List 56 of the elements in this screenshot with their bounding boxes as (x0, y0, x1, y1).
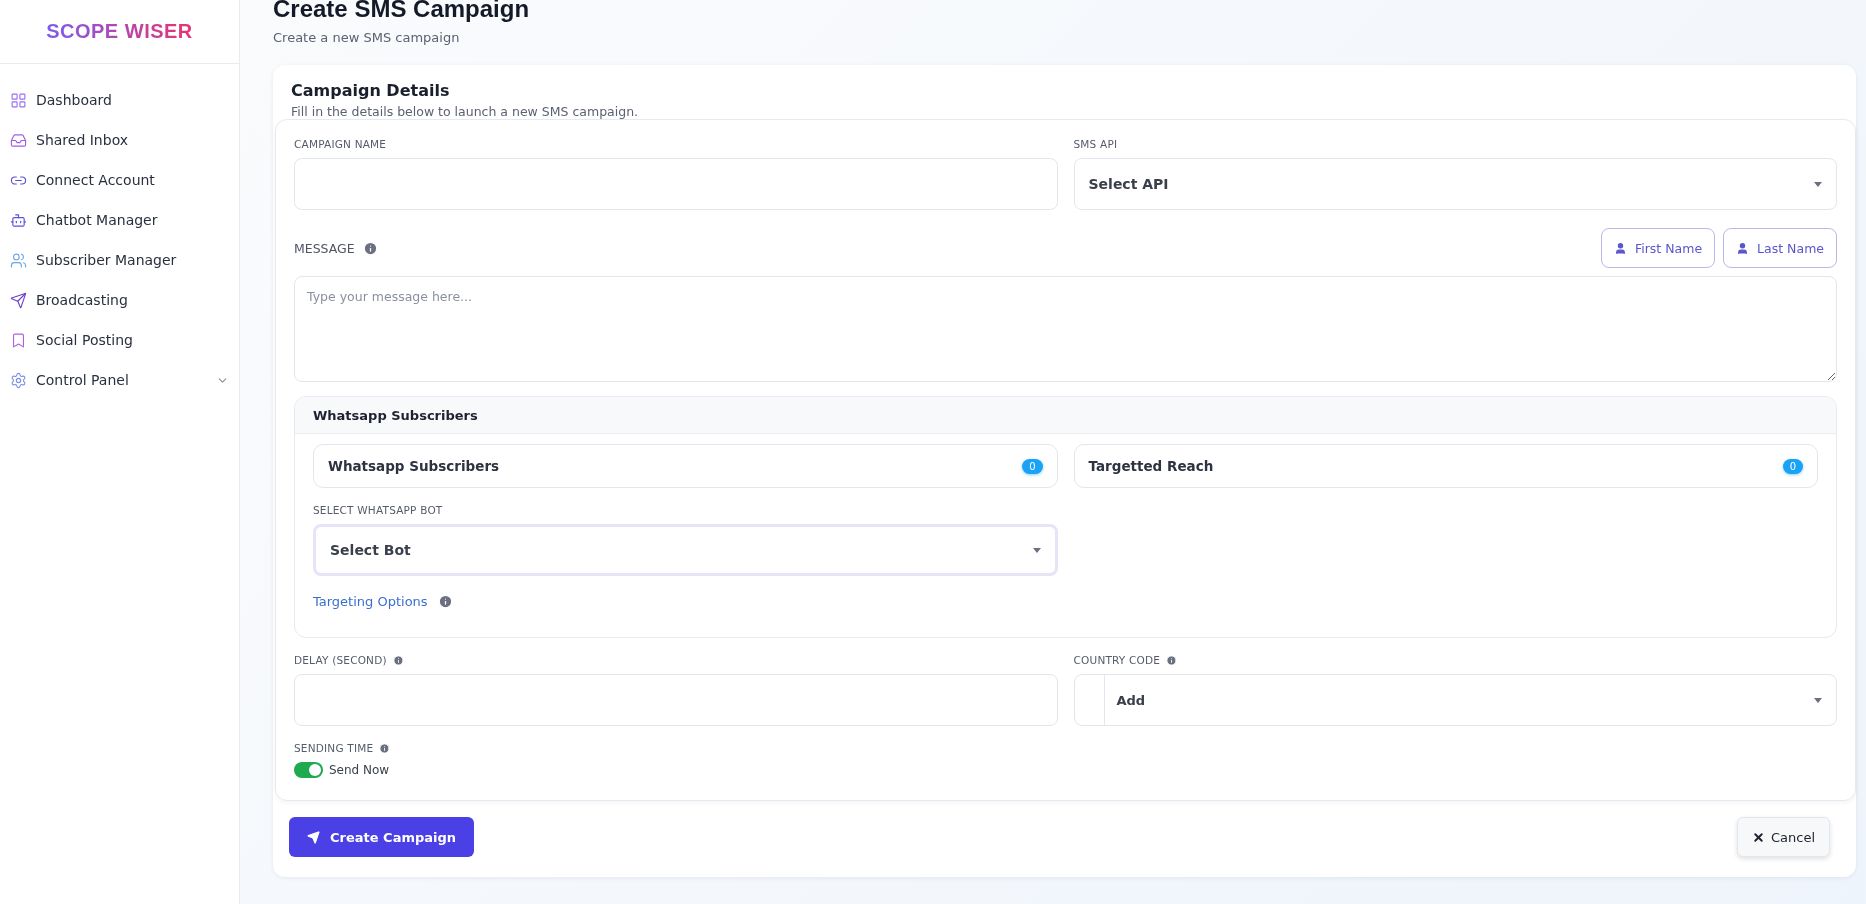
info-icon (392, 654, 404, 666)
field-label: SELECT WHATSAPP BOT (313, 504, 444, 516)
sidebar-item[interactable]: Connect Account (0, 160, 239, 200)
info-icon (362, 240, 378, 256)
switch-label: Send Now (329, 763, 390, 777)
caret-icon (1814, 697, 1822, 703)
inbox-icon (10, 131, 27, 149)
stat-label: Targetted Reach (1088, 458, 1214, 474)
paper-plane-icon (307, 830, 320, 844)
country-code-select[interactable]: Add (1073, 674, 1837, 726)
message-field[interactable]: Type your message here... (294, 276, 1837, 382)
close-icon (1751, 830, 1765, 844)
sidebar-item[interactable]: Dashboard (0, 80, 239, 120)
field-label: CAMPAIGN NAME (294, 138, 388, 150)
page-title: Create SMS Campaign (273, 0, 531, 24)
caret-icon (1814, 181, 1822, 187)
info-icon (437, 594, 453, 609)
count-badge: 0 (1022, 458, 1043, 474)
sidebar-item[interactable]: Subscriber Manager (0, 240, 239, 280)
field-label: DELAY (SECOND) (294, 654, 387, 666)
user-icon (1613, 241, 1627, 255)
info-icon (1166, 654, 1178, 666)
settings-icon (10, 371, 27, 389)
field-label: MESSAGE (294, 240, 355, 256)
name-tag-button[interactable]: First Name (1600, 228, 1716, 268)
sidebar-item[interactable]: Chatbot Manager (0, 200, 239, 240)
delay-field[interactable] (294, 674, 1058, 726)
campaign-name-field[interactable] (294, 158, 1058, 210)
sidebar-item[interactable]: Control Panel (0, 360, 239, 400)
user-icon (1736, 241, 1750, 255)
paper-plane-icon (10, 291, 27, 309)
grid-icon (10, 91, 27, 109)
users-icon (10, 251, 27, 269)
bot-select[interactable]: Select Bot (313, 524, 1058, 576)
info-icon (379, 742, 391, 754)
page-subtitle: Create a new SMS campaign (273, 30, 461, 45)
field-label: COUNTRY CODE (1073, 654, 1161, 666)
sidebar-item[interactable]: Broadcasting (0, 280, 239, 320)
section-header: Whatsapp Subscribers (295, 397, 1836, 434)
robot-icon (10, 211, 27, 229)
bookmark-icon (10, 331, 27, 349)
card-title: Campaign Details (291, 81, 451, 100)
field-label: SENDING TIME (294, 742, 374, 754)
cancel-button[interactable]: Cancel (1736, 817, 1830, 857)
field-label: SMS API (1073, 138, 1119, 150)
caret-icon (1032, 547, 1041, 553)
card-subtitle: Fill in the details below to launch a new SMS campaign. (291, 104, 640, 119)
name-tag-button[interactable]: Last Name (1723, 228, 1837, 268)
count-badge: 0 (1782, 458, 1803, 474)
targeting-options-link[interactable]: Targeting Options (313, 594, 428, 609)
toggle-switch[interactable] (294, 762, 323, 778)
sidebar-item[interactable]: Social Posting (0, 320, 239, 360)
create-campaign-button[interactable]: Create Campaign (289, 817, 475, 857)
stat-label: Whatsapp Subscribers (328, 458, 500, 474)
sidebar-item[interactable]: Shared Inbox (0, 120, 239, 160)
api-select[interactable]: Select API (1073, 158, 1837, 210)
